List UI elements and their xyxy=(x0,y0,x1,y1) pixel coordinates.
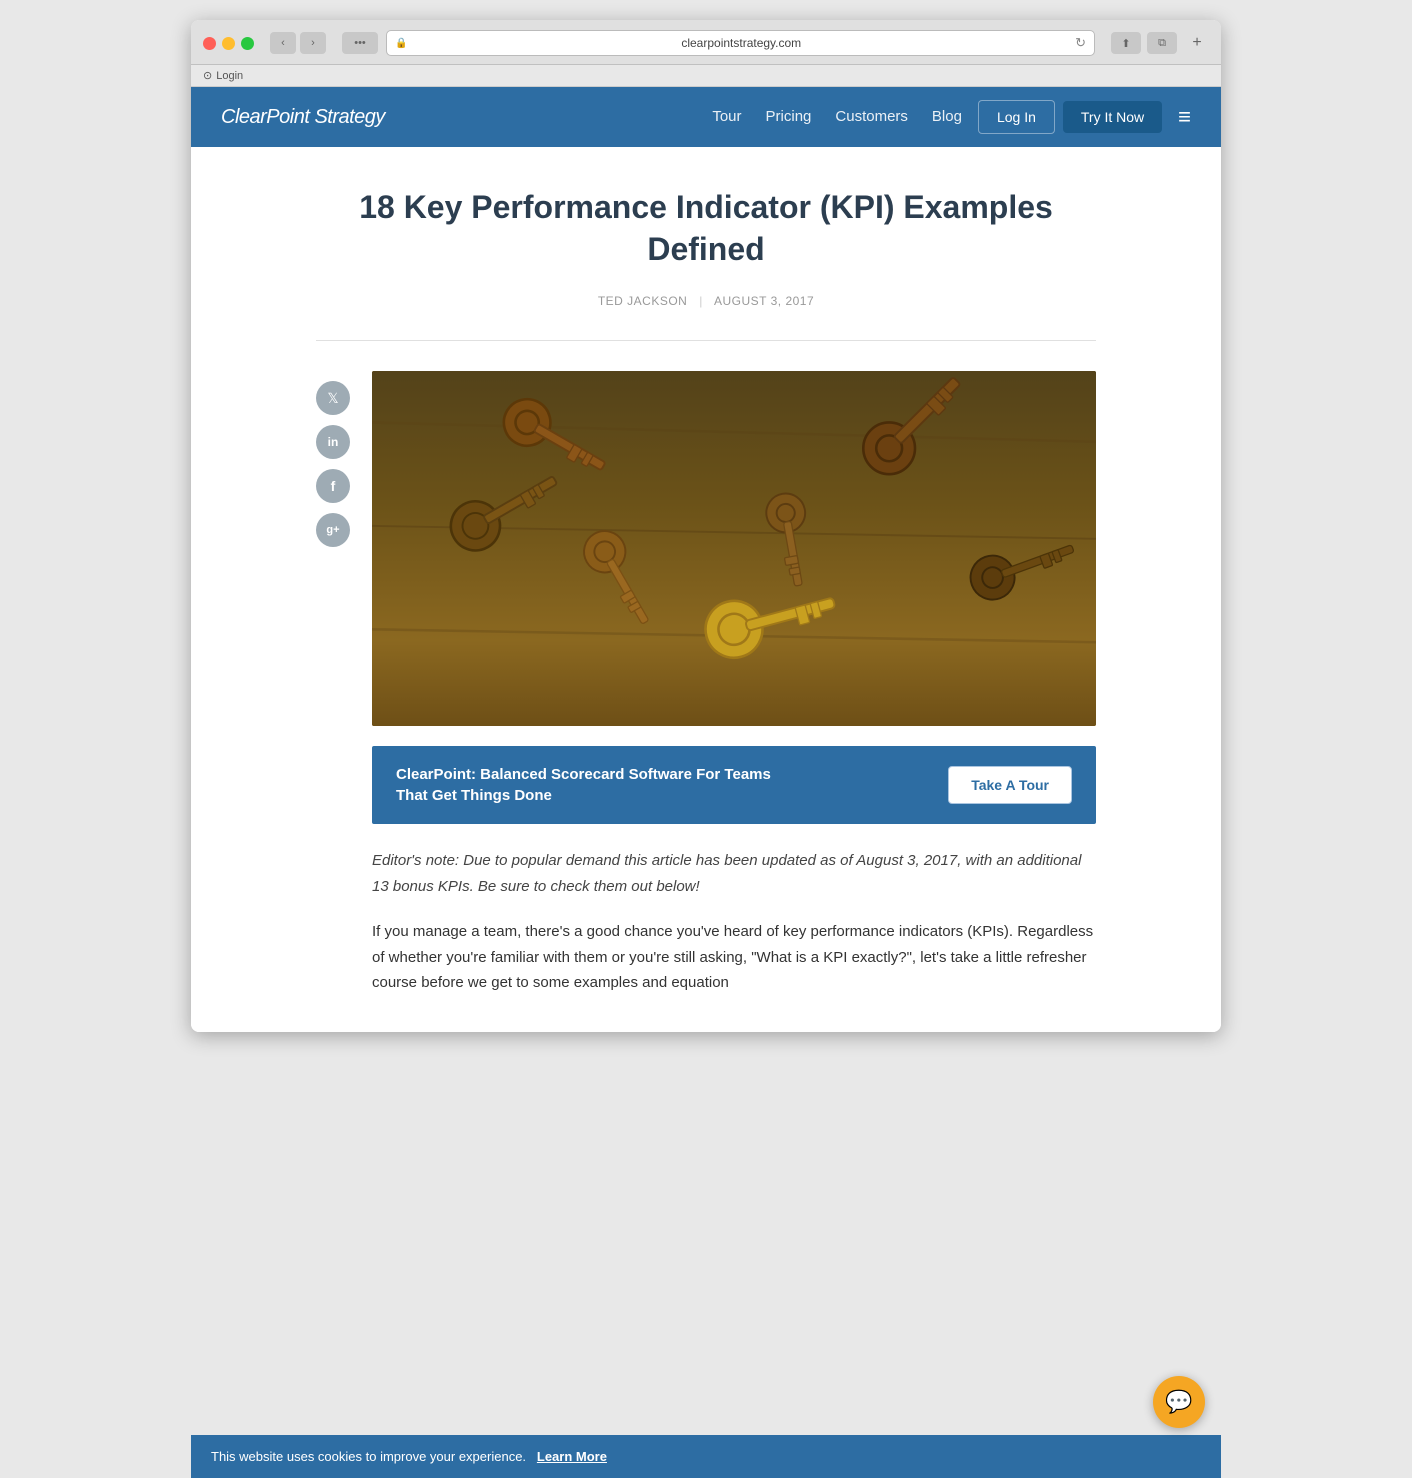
cta-text: ClearPoint: Balanced Scorecard Software … xyxy=(396,764,776,806)
article-main-content: ClearPoint: Balanced Scorecard Software … xyxy=(372,371,1096,1012)
address-bar[interactable]: 🔒 clearpointstrategy.com ↻ xyxy=(386,30,1095,56)
cta-banner: ClearPoint: Balanced Scorecard Software … xyxy=(372,746,1096,824)
nav-item-customers[interactable]: Customers xyxy=(835,108,908,126)
googleplus-icon: g+ xyxy=(326,524,339,536)
social-sidebar: 𝕏 in f g+ xyxy=(316,371,352,1012)
nav-item-pricing[interactable]: Pricing xyxy=(766,108,812,126)
browser-actions: ⬆ ⧉ xyxy=(1111,32,1177,54)
editor-note: Editor's note: Due to popular demand thi… xyxy=(372,848,1096,899)
site-content: ClearPoint Strategy Tour Pricing Custome… xyxy=(191,87,1221,1032)
nav-item-blog[interactable]: Blog xyxy=(932,108,962,126)
googleplus-share-button[interactable]: g+ xyxy=(316,513,350,547)
keys-illustration xyxy=(372,371,1096,726)
browser-nav: ‹ › xyxy=(270,32,326,54)
lock-icon: 🔒 xyxy=(395,38,407,49)
back-button[interactable]: ‹ xyxy=(270,32,296,54)
login-link[interactable]: ⊙ Login xyxy=(203,69,243,82)
main-content: 18 Key Performance Indicator (KPI) Examp… xyxy=(296,147,1116,1032)
maximize-dot[interactable] xyxy=(241,37,254,50)
nav-item-tour[interactable]: Tour xyxy=(712,108,741,126)
hamburger-menu[interactable]: ≡ xyxy=(1178,104,1191,130)
new-tab-button[interactable]: + xyxy=(1185,32,1209,54)
login-button[interactable]: Log In xyxy=(978,100,1055,134)
reload-icon[interactable]: ↻ xyxy=(1075,35,1086,51)
more-button[interactable]: ••• xyxy=(342,32,378,54)
login-label: Login xyxy=(216,70,243,82)
minimize-dot[interactable] xyxy=(222,37,235,50)
browser-window: ‹ › ••• 🔒 clearpointstrategy.com ↻ ⬆ ⧉ +… xyxy=(191,20,1221,1032)
hero-image-container xyxy=(372,371,1096,726)
tabs-button[interactable]: ⧉ xyxy=(1147,32,1177,54)
reader-icon: ⊙ xyxy=(203,69,212,82)
twitter-share-button[interactable]: 𝕏 xyxy=(316,381,350,415)
article-divider xyxy=(316,340,1096,341)
url-text: clearpointstrategy.com xyxy=(413,36,1069,50)
linkedin-share-button[interactable]: in xyxy=(316,425,350,459)
linkedin-icon: in xyxy=(328,435,339,449)
twitter-icon: 𝕏 xyxy=(327,390,338,407)
article-paragraph-1: If you manage a team, there's a good cha… xyxy=(372,919,1096,996)
nav-link-blog[interactable]: Blog xyxy=(932,108,962,125)
nav-links: Tour Pricing Customers Blog xyxy=(712,108,962,126)
hero-image xyxy=(372,371,1096,726)
browser-dots xyxy=(203,37,254,50)
logo-text: ClearPoint Strategy xyxy=(221,106,385,129)
article-author: TED JACKSON xyxy=(598,294,688,308)
site-logo[interactable]: ClearPoint Strategy xyxy=(221,106,385,129)
nav-link-tour[interactable]: Tour xyxy=(712,108,741,125)
close-dot[interactable] xyxy=(203,37,216,50)
site-nav: ClearPoint Strategy Tour Pricing Custome… xyxy=(191,87,1221,147)
nav-link-pricing[interactable]: Pricing xyxy=(766,108,812,125)
article-text: Editor's note: Due to popular demand thi… xyxy=(372,848,1096,996)
browser-titlebar: ‹ › ••• 🔒 clearpointstrategy.com ↻ ⬆ ⧉ + xyxy=(191,20,1221,65)
meta-separator: | xyxy=(699,294,703,308)
article-body: 𝕏 in f g+ xyxy=(316,371,1096,1012)
cta-tour-button[interactable]: Take A Tour xyxy=(948,766,1072,804)
try-it-now-button[interactable]: Try It Now xyxy=(1063,101,1162,133)
article-date: AUGUST 3, 2017 xyxy=(714,294,814,308)
article-meta: TED JACKSON | AUGUST 3, 2017 xyxy=(316,294,1096,308)
browser-subbar: ⊙ Login xyxy=(191,65,1221,87)
article-title: 18 Key Performance Indicator (KPI) Examp… xyxy=(316,187,1096,270)
facebook-share-button[interactable]: f xyxy=(316,469,350,503)
nav-link-customers[interactable]: Customers xyxy=(835,108,908,125)
forward-button[interactable]: › xyxy=(300,32,326,54)
share-button[interactable]: ⬆ xyxy=(1111,32,1141,54)
facebook-icon: f xyxy=(331,478,336,494)
